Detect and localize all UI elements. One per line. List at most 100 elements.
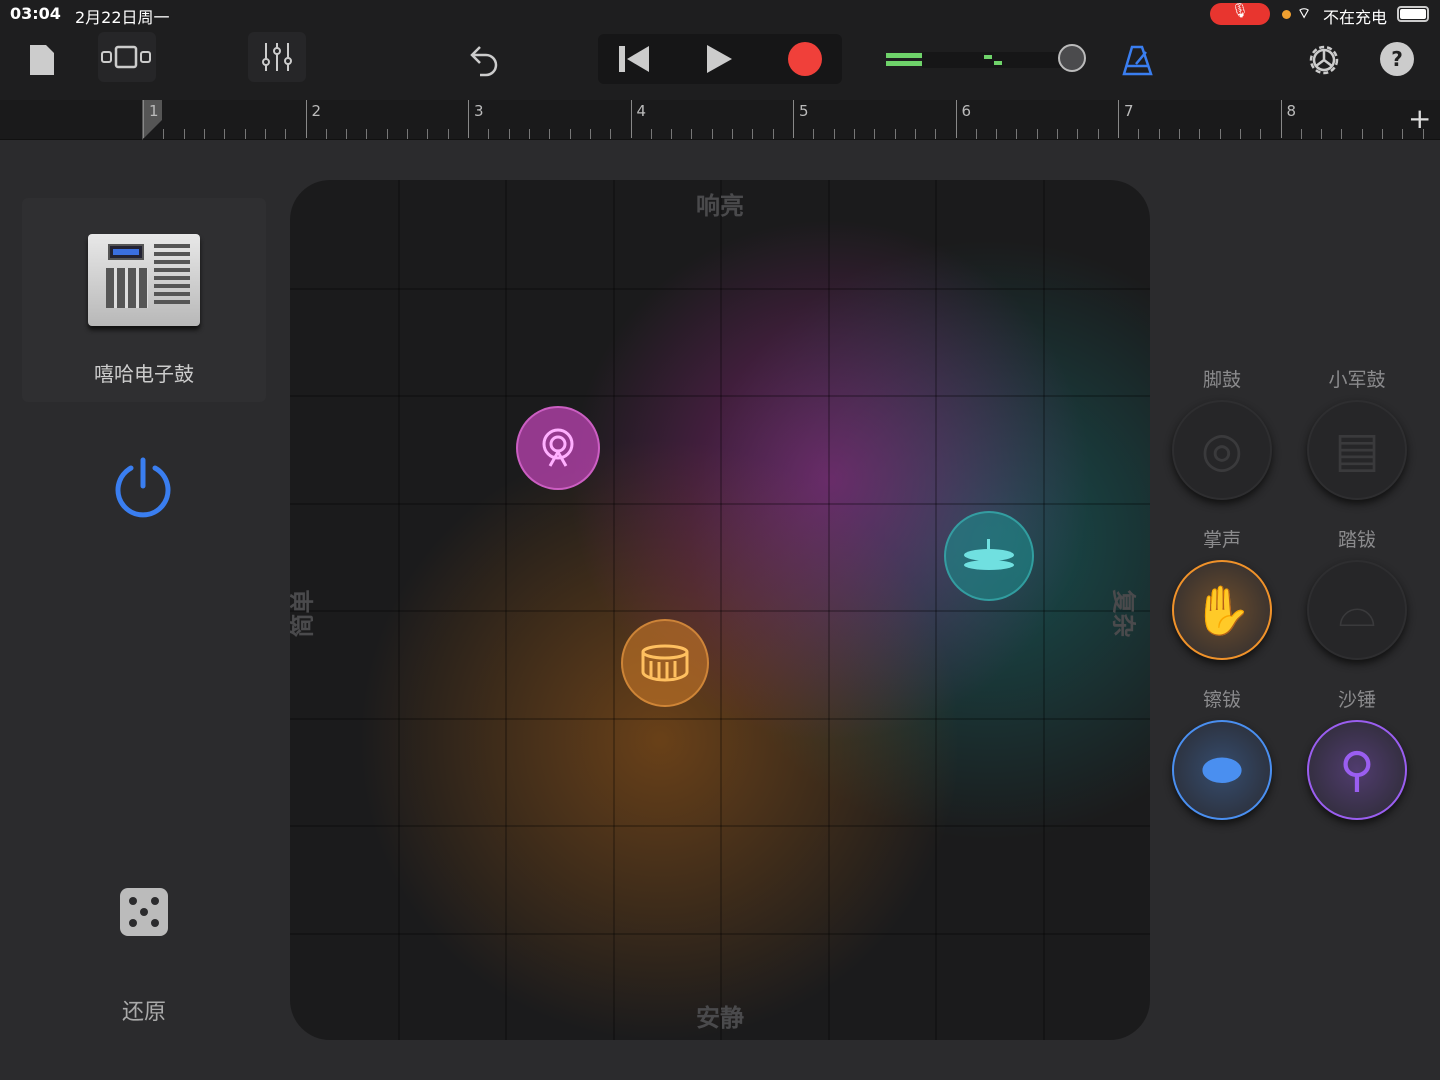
ruler-tick [1382, 129, 1383, 139]
ruler-tick [508, 129, 510, 139]
rewind-icon[interactable] [598, 34, 670, 84]
drum-machine-image [88, 234, 200, 326]
hi-hat-puck[interactable] [944, 511, 1034, 601]
ruler-tick [1361, 129, 1363, 139]
transport-controls [598, 34, 842, 84]
cymbal-icon: ⬬ [1201, 741, 1243, 798]
undo-icon[interactable] [464, 40, 506, 80]
bar-line [1118, 100, 1119, 138]
ruler-tick [610, 129, 612, 139]
bar-line [305, 100, 307, 138]
ruler-tick [549, 129, 551, 139]
ruler-tick [874, 129, 876, 139]
ruler-tick [488, 129, 490, 139]
ruler-tick [975, 129, 977, 139]
ruler-tick [1036, 129, 1038, 139]
instrument-name: 嘻哈电子鼓 [94, 362, 194, 386]
ruler-tick [1178, 129, 1180, 139]
ruler-tick [1341, 129, 1343, 139]
bar-number: 1 [149, 102, 159, 120]
drum-label: 镲钹 [1202, 689, 1241, 711]
bar-line [630, 100, 632, 138]
ruler-tick [752, 129, 754, 139]
help-icon[interactable]: ? [1380, 42, 1414, 76]
time: 03:04 [10, 4, 61, 23]
charging-status: 不在充电 [1323, 8, 1388, 27]
axis-top-label: 响亮 [696, 192, 744, 220]
date: 2月22日周一 [75, 8, 170, 27]
ruler-tick [813, 129, 815, 139]
instrument-card[interactable]: 嘻哈电子鼓 [22, 198, 266, 402]
bar-number: 8 [1286, 102, 1297, 120]
ruler-tick [244, 129, 246, 139]
wifi-icon: ⌔ [1297, 4, 1312, 22]
ruler-tick [671, 129, 673, 139]
ruler-tick [224, 129, 226, 139]
ruler-tick [732, 129, 733, 139]
drum-toggle-button[interactable]: ◎ [1172, 400, 1272, 500]
volume-slider[interactable] [886, 44, 1086, 74]
grid-line [290, 610, 1150, 612]
view-toggle-icon[interactable] [98, 32, 156, 82]
volume-knob[interactable] [1058, 44, 1086, 72]
play-icon[interactable] [678, 34, 760, 84]
microphone-icon: 🎙 [1210, 3, 1270, 25]
drum-label: 掌声 [1202, 529, 1241, 551]
ruler-tick [386, 129, 388, 139]
ruler-tick [894, 129, 896, 139]
ruler-tick [772, 129, 774, 139]
ruler-tick [163, 129, 165, 139]
ruler-tick [1300, 129, 1302, 139]
drum-label: 小军鼓 [1328, 369, 1386, 391]
snare-drum-icon: ▤ [1334, 422, 1380, 478]
status-bar: 03:04 2月22日周一 🎙 ⌔ 不在充电 [0, 0, 1440, 28]
ruler-tick [569, 129, 571, 139]
kick-drum-puck[interactable] [516, 406, 600, 490]
ruler-tick [711, 129, 713, 139]
bar-number: 4 [636, 102, 647, 120]
ruler-tick [853, 129, 855, 139]
drum-toggle-button[interactable]: ⚲ [1307, 720, 1407, 820]
grid-line [827, 180, 830, 1040]
ruler-tick [528, 129, 530, 139]
power-button[interactable] [113, 456, 173, 522]
privacy-dot [1282, 10, 1291, 19]
grid-line [290, 932, 1150, 935]
settings-icon[interactable] [1304, 40, 1344, 80]
grid-line [290, 825, 1150, 827]
bar-number: 7 [1124, 102, 1134, 120]
ruler-tick [264, 129, 266, 139]
record-icon[interactable] [768, 34, 842, 84]
ruler-tick [833, 129, 835, 139]
ruler-tick [366, 129, 368, 139]
drum-toggle-button[interactable]: ⬬ [1172, 720, 1272, 820]
ruler-tick [1138, 129, 1140, 139]
timeline-ruler[interactable]: 1 2 3 4 5 6 7 8 + [0, 100, 1440, 140]
ruler-tick [1199, 129, 1201, 139]
ruler-tick [1158, 129, 1160, 139]
document-icon[interactable] [24, 40, 60, 80]
drum-label: 脚鼓 [1202, 369, 1241, 391]
dice-icon[interactable] [120, 888, 168, 936]
mixer-icon[interactable] [248, 32, 306, 82]
xy-pad[interactable]: 响亮 安静 简单 复杂 [290, 180, 1150, 1040]
ruler-tick [427, 129, 429, 139]
ruler-tick [285, 129, 287, 139]
drum-toggle-button[interactable]: ▤ [1307, 400, 1407, 500]
ruler-tick [935, 129, 937, 139]
ruler-tick [1097, 129, 1099, 139]
kick-drum-icon: ◎ [1201, 422, 1243, 478]
bar-number: 3 [474, 102, 484, 120]
reset-label[interactable]: 还原 [94, 994, 194, 1026]
snare-drum-puck[interactable] [621, 619, 709, 707]
metronome-icon[interactable] [1120, 40, 1156, 80]
drum-toggle-button[interactable]: ⌓ [1307, 560, 1407, 660]
drum-toggle-button[interactable]: ✋ [1172, 560, 1272, 660]
ruler-tick [650, 129, 652, 139]
ruler-tick [346, 129, 348, 139]
add-section-button[interactable]: + [1408, 102, 1431, 135]
bar-line [468, 100, 469, 138]
ruler-tick [407, 129, 408, 139]
ruler-tick [447, 129, 449, 139]
ruler-tick [914, 129, 916, 139]
